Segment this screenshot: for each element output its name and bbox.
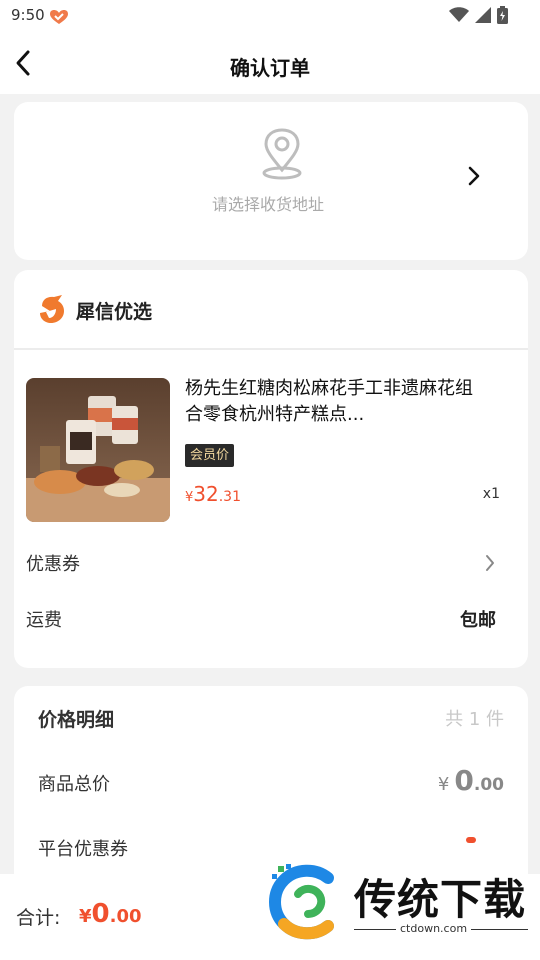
product-title[interactable]: 杨先生红糖肉松麻花手工非遗麻花组合零食杭州特产糕点... [185,376,485,428]
goods-total-label: 商品总价 [38,774,110,795]
system-icons [449,6,508,24]
goods-total-decimal: .00 [473,775,504,795]
price-decimal: .31 [218,489,241,505]
total-integer: 0 [91,899,110,929]
chevron-right-icon [468,166,480,186]
wifi-icon [449,7,469,22]
total-currency: ¥ [79,906,92,927]
platform-coupon-value-partial [466,837,476,843]
address-selector[interactable]: 请选择收货地址 [14,102,528,260]
status-time: 9:50 [11,6,45,24]
watermark: 传统下载 ctdown.com [268,858,528,940]
shop-header: 犀信优选 [14,270,528,350]
nav-bar: 确认订单 [0,34,540,94]
platform-coupon-row[interactable]: 平台优惠券 [38,835,128,861]
product-quantity: x1 [482,486,500,502]
location-pin-icon [262,128,302,180]
shipping-label: 运费 [26,610,62,631]
total-label: 合计: [16,907,61,929]
status-bar: 9:50 [0,0,540,34]
product-price: ¥32.31 [185,482,241,506]
app-notification-icon [50,10,68,24]
order-goods-card: 犀信优选 杨先生红糖肉松麻花手工非遗麻花组合零食杭州特产糕点... 会员价 ¥3… [14,270,528,668]
address-hint: 请选择收货地址 [211,195,324,214]
price-detail-title: 价格明细 [38,709,115,731]
member-price-tag: 会员价 [185,444,235,467]
shipping-value: 包邮 [460,610,496,631]
watermark-logo-icon [269,864,334,940]
goods-total-integer: 0 [454,764,474,797]
page-title: 确认订单 [230,56,310,80]
price-integer: 32 [193,482,219,506]
signal-icon [475,7,491,23]
product-image[interactable] [26,378,170,522]
total-amount: ¥0.00 [79,899,142,929]
watermark-url: ctdown.com [396,922,472,935]
goods-total-currency: ¥ [437,774,450,795]
watermark-brand: 传统下载 [354,875,527,924]
chevron-right-icon[interactable] [484,553,496,573]
total-decimal: .00 [109,906,142,927]
coupon-row[interactable]: 优惠券 [26,550,80,576]
shop-name: 犀信优选 [76,301,153,323]
battery-icon [497,6,508,24]
goods-total-value: ¥ 0.00 [438,764,504,797]
item-count: 共 1 件 [445,709,504,730]
shop-logo-icon [40,295,64,323]
